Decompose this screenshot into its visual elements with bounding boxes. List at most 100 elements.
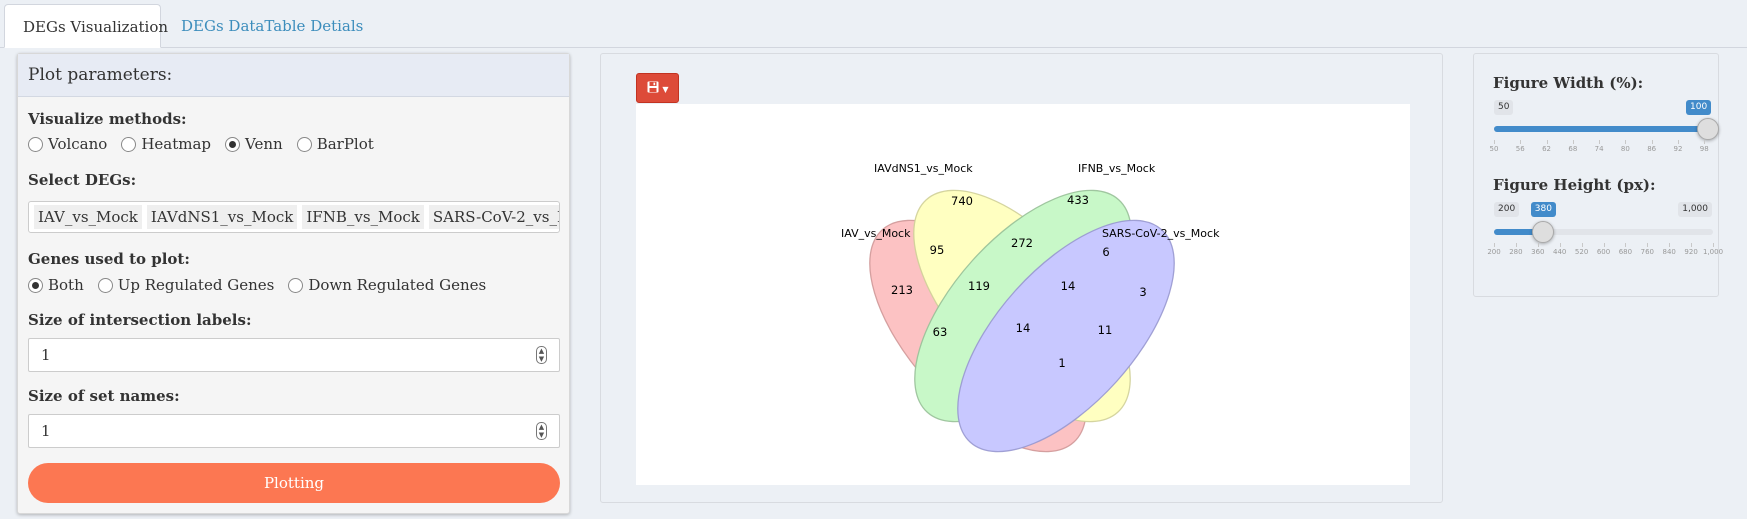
figure-width-slider[interactable] (1494, 118, 1719, 140)
slider-fill (1494, 126, 1713, 132)
set-name-label: IAV_vs_Mock (841, 227, 911, 240)
slider-handle[interactable] (1697, 118, 1719, 140)
slider-tick-mark (1669, 243, 1671, 247)
slider-tick-mark (1677, 140, 1679, 144)
slider-tick-mark (1647, 243, 1649, 247)
set-name-label: IAVdNS1_vs_Mock (874, 162, 973, 175)
radio-circle-icon (121, 136, 137, 152)
slider-tick-mark (1515, 243, 1517, 247)
slider-tick-mark (1581, 243, 1583, 247)
degs-multiselect[interactable]: IAV_vs_Mock IAVdNS1_vs_Mock IFNB_vs_Mock… (28, 201, 560, 233)
count-label: 213 (891, 283, 913, 297)
slider-min-label: 200 (1494, 202, 1520, 217)
slider-max-label: 1,000 (1678, 202, 1712, 217)
radio-checked-icon (225, 136, 241, 152)
set-name-label: SARS-CoV-2_vs_Mock (1102, 227, 1220, 240)
slider-tick-label: 280 (1509, 248, 1523, 256)
tab-bar: DEGs Visualization DEGs DataTable Detial… (0, 0, 1747, 48)
spinner-icon[interactable]: ▲ ▼ (536, 346, 547, 364)
venn-diagram: IAV_vs_Mock IAVdNS1_vs_Mock IFNB_vs_Mock… (841, 162, 1220, 453)
slider-tick-label: 760 (1640, 248, 1654, 256)
slider-tick-label: 920 (1684, 248, 1698, 256)
radio-circle-icon (288, 277, 304, 293)
slider-tick-label: 68 (1568, 145, 1578, 153)
slider-tick-mark (1625, 243, 1627, 247)
set-names-size-label: Size of set names: (28, 387, 180, 405)
radio-checked-icon (28, 277, 43, 293)
radio-volcano[interactable]: Volcano (28, 135, 107, 153)
slider-tick-mark (1559, 243, 1561, 247)
count-label: 11 (1098, 323, 1113, 337)
panel-title: Plot parameters: (18, 54, 569, 97)
save-icon (647, 81, 663, 95)
slider-tick-mark (1494, 243, 1495, 247)
radio-heatmap[interactable]: Heatmap (121, 135, 211, 153)
genes-used-group: Both Up Regulated Genes Down Regulated G… (28, 276, 500, 294)
caret-down-icon: ▼ (662, 85, 669, 94)
slider-tick-mark (1603, 243, 1605, 247)
download-button[interactable]: ▼ (636, 73, 679, 103)
count-label: 63 (933, 325, 948, 339)
tab-degs-datatable[interactable]: DEGs DataTable Detials (163, 4, 381, 48)
slider-min-label: 50 (1494, 100, 1514, 115)
deg-tag[interactable]: IAVdNS1_vs_Mock (146, 205, 298, 229)
radio-venn[interactable]: Venn (225, 135, 283, 153)
slider-tick-label: 86 (1647, 145, 1657, 153)
count-label: 3 (1139, 285, 1146, 299)
slider-tick-mark (1625, 140, 1627, 144)
visualize-methods-group: Volcano Heatmap Venn BarPlot (28, 135, 388, 153)
count-label: 1 (1058, 356, 1065, 370)
intersection-size-label: Size of intersection labels: (28, 311, 252, 329)
radio-both[interactable]: Both (28, 276, 84, 294)
count-label: 14 (1016, 321, 1031, 335)
slider-tick-mark (1520, 140, 1522, 144)
slider-tick-label: 56 (1515, 145, 1525, 153)
count-label: 740 (951, 194, 973, 208)
figure-width-label: Figure Width (%): (1493, 74, 1644, 92)
set-name-label: IFNB_vs_Mock (1078, 162, 1156, 175)
radio-down-regulated[interactable]: Down Regulated Genes (288, 276, 486, 294)
visualize-methods-label: Visualize methods: (28, 110, 187, 128)
slider-tick-label: 680 (1618, 248, 1633, 256)
slider-tick-mark (1546, 140, 1548, 144)
slider-tick-label: 50 (1489, 145, 1499, 153)
slider-tick-label: 1,000 (1702, 248, 1724, 256)
radio-circle-icon (28, 136, 43, 152)
radio-circle-icon (97, 277, 113, 293)
spinner-icon[interactable]: ▲ ▼ (536, 422, 547, 440)
intersection-size-input[interactable]: 1 ▲ ▼ (28, 338, 560, 372)
slider-tick-label: 440 (1553, 248, 1567, 256)
slider-tick-mark (1691, 243, 1693, 247)
select-degs-label: Select DEGs: (28, 171, 137, 189)
slider-tick-label: 80 (1620, 145, 1630, 153)
tab-degs-visualization[interactable]: DEGs Visualization (4, 4, 168, 48)
slider-tick-mark (1599, 140, 1601, 144)
count-label: 6 (1102, 245, 1109, 259)
deg-tag[interactable]: SARS-CoV-2_vs_Mock (428, 205, 559, 229)
height-tick-labels: 200 280 360 440 520 600 680 760 840 920 1,000 (1487, 243, 1723, 262)
slider-tick-label: 92 (1673, 145, 1683, 153)
slider-tick-label: 200 (1487, 248, 1501, 256)
deg-tag[interactable]: IFNB_vs_Mock (302, 205, 424, 229)
radio-up-regulated[interactable]: Up Regulated Genes (97, 276, 274, 294)
figure-height-slider[interactable] (1494, 221, 1713, 243)
count-label: 433 (1067, 193, 1089, 207)
slider-tick-mark (1572, 140, 1574, 144)
slider-tick-label: 62 (1542, 145, 1552, 153)
slider-tick-label: 520 (1574, 248, 1589, 256)
set-names-size-input[interactable]: 1 ▲ ▼ (28, 414, 560, 448)
count-label: 95 (930, 243, 945, 257)
deg-tag[interactable]: IAV_vs_Mock (34, 205, 142, 229)
count-label: 272 (1011, 236, 1033, 250)
slider-handle[interactable] (1532, 221, 1555, 243)
slider-tick-label: 840 (1662, 248, 1676, 256)
count-label: 14 (1061, 279, 1076, 293)
plot-panel: ▼ IAV_vs_Mock IAVdNS1_vs_Mock IFNB_vs_Mo… (600, 53, 1443, 503)
venn-plot-area: IAV_vs_Mock IAVdNS1_vs_Mock IFNB_vs_Mock… (636, 104, 1410, 485)
radio-circle-icon (296, 136, 312, 152)
radio-barplot[interactable]: BarPlot (296, 135, 374, 153)
genes-used-label: Genes used to plot: (28, 250, 190, 268)
width-tick-labels: 50 56 62 68 74 80 86 92 98 (1490, 140, 1713, 159)
plotting-button[interactable]: Plotting (28, 463, 560, 503)
slider-tick-label: 74 (1594, 145, 1604, 153)
